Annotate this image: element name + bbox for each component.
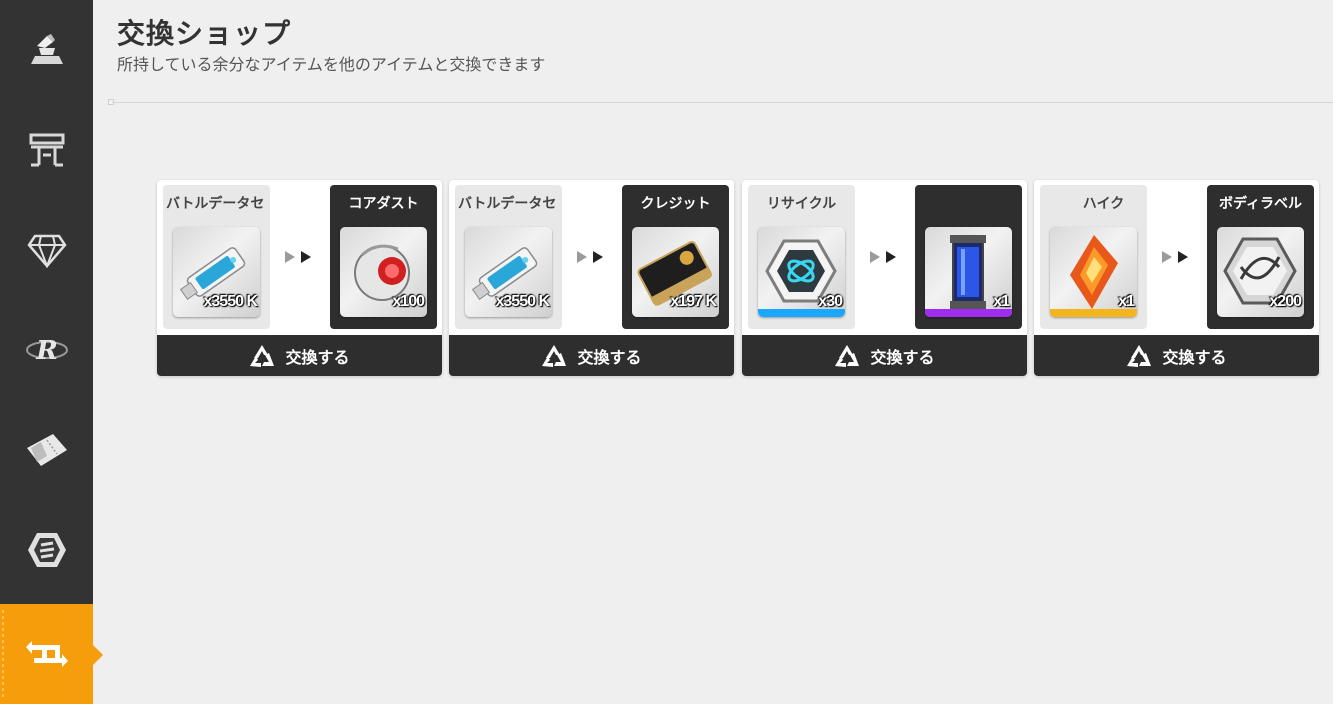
exchange-card-list: バトルデータセ x3550 K コアダスト x100 交換する バトルデータセ … [157,180,1322,376]
to-item-thumbnail: x100 [340,227,427,317]
to-item-quantity: x1 [993,293,1010,310]
from-item-thumbnail: x3550 K [173,227,260,317]
from-item-panel[interactable]: ハイク x1 [1040,185,1147,329]
from-item-name: バトルデータセ [166,196,265,212]
exchange-button[interactable]: 交換する [1034,335,1319,376]
sidebar: R [0,0,93,704]
page-title: 交換ショップ [117,17,292,50]
exchange-button-label: 交換する [285,347,350,367]
hex-token-icon [27,533,66,567]
anvil-icon [30,34,63,64]
from-item-quantity: x1 [1118,293,1135,310]
convert-arrows-icon [285,251,311,263]
exchange-card: バトルデータセ x3550 K クレジット x197 K 交換する [449,180,734,376]
sidebar-item-gems[interactable] [0,200,93,300]
active-indicator-dots [2,610,4,700]
header-divider [112,102,1333,103]
sidebar-item-ticket[interactable] [0,400,93,500]
exchange-button-label: 交換する [870,347,935,367]
page-subtitle: 所持している余分なアイテムを他のアイテムと交換できます [117,55,546,74]
convert-arrows-icon [1162,251,1188,263]
from-item-thumbnail: x3550 K [465,227,552,317]
to-item-quantity: x197 K [670,293,717,310]
exchange-button-label: 交換する [1162,347,1227,367]
layout-icon [29,133,64,167]
recycle-icon [542,344,567,367]
from-item-name: バトルデータセ [458,196,557,212]
to-item-quantity: x100 [392,293,425,310]
convert-arrows-icon [577,251,603,263]
exchange-button-label: 交換する [577,347,642,367]
from-item-thumbnail: x30 [758,227,845,317]
ticket-icon [26,434,67,466]
exchange-card: リサイクル x30 x1 交換する [742,180,1027,376]
exchange-card: バトルデータセ x3550 K コアダスト x100 交換する [157,180,442,376]
exchange-button[interactable]: 交換する [157,335,442,376]
exchange-button[interactable]: 交換する [449,335,734,376]
from-item-panel[interactable]: バトルデータセ x3550 K [455,185,562,329]
from-item-name: ハイク [1082,196,1125,212]
to-item-name: コアダスト [348,196,419,212]
from-item-quantity: x3550 K [203,293,258,310]
to-item-thumbnail: x197 K [632,227,719,317]
from-item-thumbnail: x1 [1050,227,1137,317]
from-item-quantity: x3550 K [495,293,550,310]
diamond-icon [26,234,67,268]
sidebar-item-layout[interactable] [0,100,93,200]
r-logo-icon: R [25,336,68,365]
recycle-icon [1127,344,1152,367]
to-item-panel[interactable]: x1 [915,185,1022,329]
sidebar-item-token[interactable] [0,500,93,600]
sidebar-item-exchange[interactable] [0,604,93,704]
exchange-card: ハイク x1 ボディラベル x200 交換する [1034,180,1319,376]
to-item-panel[interactable]: クレジット x197 K [622,185,729,329]
recycle-icon [250,344,275,367]
to-item-panel[interactable]: コアダスト x100 [330,185,437,329]
to-item-quantity: x200 [1269,293,1302,310]
to-item-name: クレジット [640,196,711,212]
exchange-button[interactable]: 交換する [742,335,1027,376]
from-item-name: リサイクル [766,196,837,212]
to-item-thumbnail: x200 [1217,227,1304,317]
to-item-thumbnail: x1 [925,227,1012,317]
from-item-panel[interactable]: バトルデータセ x3550 K [163,185,270,329]
recycle-icon [835,344,860,367]
svg-text:R: R [35,336,58,365]
to-item-panel[interactable]: ボディラベル x200 [1207,185,1314,329]
exchange-arrows-icon [25,641,68,667]
sidebar-item-forge[interactable] [0,0,93,100]
from-item-quantity: x30 [818,293,843,310]
from-item-panel[interactable]: リサイクル x30 [748,185,855,329]
sidebar-item-r-shop[interactable]: R [0,300,93,400]
convert-arrows-icon [870,251,896,263]
active-indicator-arrow [93,645,103,665]
to-item-name: ボディラベル [1218,196,1303,212]
